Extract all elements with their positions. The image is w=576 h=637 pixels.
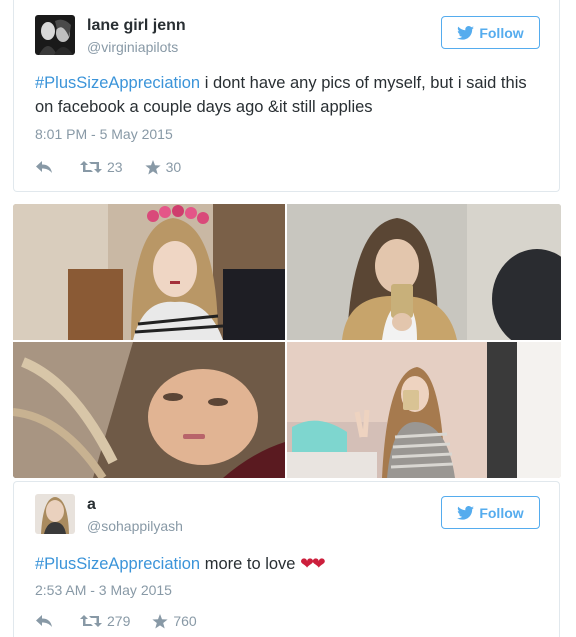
photo-4[interactable] <box>287 342 561 478</box>
retweet-count: 279 <box>107 613 131 629</box>
star-icon <box>152 613 168 628</box>
avatar[interactable] <box>35 15 75 55</box>
avatar[interactable] <box>35 494 75 534</box>
follow-label: Follow <box>479 504 524 521</box>
star-icon <box>144 159 161 174</box>
tweet-actions: 23 30 <box>35 155 181 179</box>
tweet-body: more to love <box>200 555 301 573</box>
photo-3[interactable] <box>13 342 285 478</box>
reply-icon <box>36 615 52 627</box>
tweet-header: lane girl jenn @virginiapilots Follow <box>35 15 540 59</box>
twitter-bird-icon <box>457 25 475 40</box>
retweet-count: 23 <box>107 159 123 175</box>
hashtag-link[interactable]: #PlusSizeAppreciation <box>35 74 200 92</box>
retweet-button[interactable]: 23 <box>80 159 123 175</box>
tweet-timestamp[interactable]: 2:53 AM - 3 May 2015 <box>35 582 172 598</box>
photo-2[interactable] <box>287 204 561 340</box>
display-name[interactable]: lane girl jenn <box>87 17 186 35</box>
retweet-button[interactable]: 279 <box>80 613 130 629</box>
favorite-count: 760 <box>173 613 197 629</box>
follow-label: Follow <box>479 24 524 41</box>
retweet-icon <box>80 161 102 173</box>
user-handle[interactable]: @virginiapilots <box>87 39 178 55</box>
photo-collage <box>13 204 561 478</box>
tweet-header: a @sohappilyash Follow <box>35 494 540 538</box>
display-name[interactable]: a <box>87 496 96 514</box>
retweet-icon <box>80 615 102 627</box>
tweet-text: #PlusSizeAppreciation more to love ❤❤ <box>35 552 545 576</box>
heart-emoji: ❤❤ <box>300 555 326 573</box>
twitter-bird-icon <box>457 505 475 520</box>
tweet-text: #PlusSizeAppreciation i dont have any pi… <box>35 71 545 119</box>
follow-button[interactable]: Follow <box>441 16 540 49</box>
hashtag-link[interactable]: #PlusSizeAppreciation <box>35 555 200 573</box>
tweet-card-1: lane girl jenn @virginiapilots Follow #P… <box>13 0 560 192</box>
tweet-actions: 279 760 <box>35 609 197 633</box>
reply-button[interactable] <box>35 614 53 628</box>
favorite-count: 30 <box>165 159 182 175</box>
reply-icon <box>36 161 52 173</box>
reply-button[interactable] <box>35 160 53 174</box>
photo-1[interactable] <box>13 204 285 340</box>
follow-button[interactable]: Follow <box>441 496 540 529</box>
user-handle[interactable]: @sohappilyash <box>87 518 183 534</box>
tweet-timestamp[interactable]: 8:01 PM - 5 May 2015 <box>35 126 173 142</box>
favorite-button[interactable]: 760 <box>152 613 197 629</box>
tweet-card-2: a @sohappilyash Follow #PlusSizeApprecia… <box>13 481 560 637</box>
favorite-button[interactable]: 30 <box>144 159 182 175</box>
